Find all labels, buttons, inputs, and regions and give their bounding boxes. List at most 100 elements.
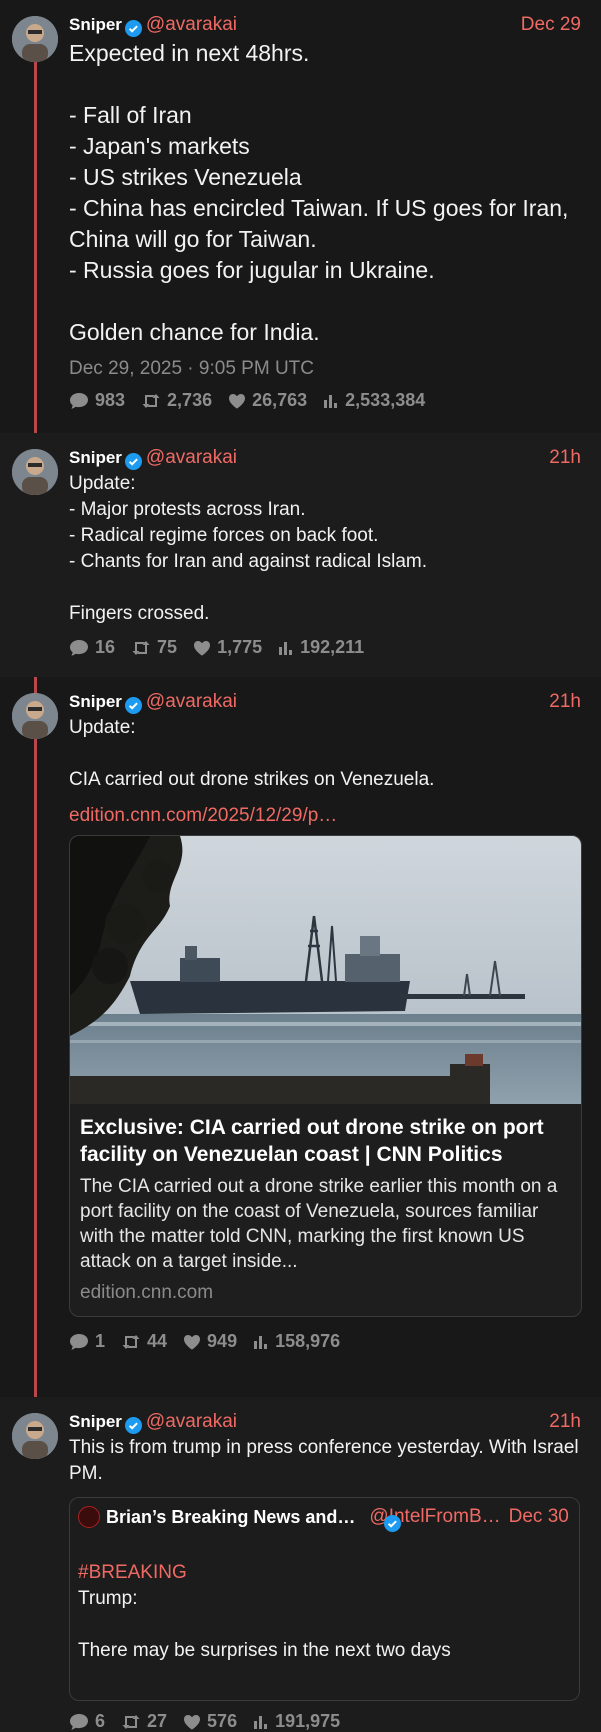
card-text: Exclusive: CIA carried out drone strike … [70, 1104, 581, 1316]
tweet-header: Sniper @avarakai 21h [69, 1411, 581, 1434]
verified-badge-icon [124, 1416, 142, 1434]
verified-badge-icon [384, 1515, 402, 1532]
quote-time[interactable]: Dec 30 [509, 1506, 569, 1528]
retweet-stat[interactable]: 75 [131, 637, 177, 658]
reply-count: 983 [95, 390, 126, 410]
quote-author-handle[interactable]: @IntelFromB… [369, 1506, 501, 1532]
tweet-stats: 16 75 1,775 192,211 [69, 637, 581, 658]
author-name[interactable]: Sniper [69, 15, 122, 35]
article-link[interactable]: edition.cnn.com/2025/12/29/p… [69, 805, 581, 827]
like-stat[interactable]: 576 [183, 1711, 237, 1732]
tweet-text: Update: CIA carried out drone strikes on… [69, 717, 435, 790]
tweet-header: Sniper @avarakai Dec 29 [69, 14, 581, 37]
reply-count: 6 [95, 1711, 106, 1731]
views-stat[interactable]: 158,976 [253, 1331, 340, 1352]
quoted-tweet[interactable]: Brian’s Breaking News and… @IntelFromB… … [69, 1497, 580, 1701]
retweet-icon [121, 1333, 141, 1351]
quote-avatar[interactable] [78, 1506, 100, 1528]
like-count: 576 [207, 1711, 238, 1731]
author-name[interactable]: Sniper [69, 692, 122, 712]
like-count: 26,763 [252, 390, 308, 410]
tweet-text: Expected in next 48hrs. - Fall of Iran -… [69, 40, 569, 345]
tweet-text: This is from trump in press conference y… [69, 1437, 579, 1484]
reply-stat[interactable]: 1 [69, 1331, 105, 1352]
author-handle[interactable]: @avarakai [146, 447, 237, 469]
like-stat[interactable]: 1,775 [193, 637, 262, 658]
quote-text-block: #BREAKING Trump: There may be surprises … [78, 1534, 571, 1690]
card-title[interactable]: Exclusive: CIA carried out drone strike … [80, 1114, 571, 1168]
retweet-count: 75 [157, 637, 178, 657]
verified-badge-icon [124, 19, 142, 37]
reply-icon [69, 639, 89, 657]
retweet-stat[interactable]: 2,736 [141, 390, 212, 411]
like-stat[interactable]: 949 [183, 1331, 237, 1352]
views-count: 2,533,384 [345, 390, 426, 410]
author-name[interactable]: Sniper [69, 1412, 122, 1432]
quote-author-name[interactable]: Brian’s Breaking News and… [106, 1507, 355, 1528]
quote-header: Brian’s Breaking News and… @IntelFromB… … [78, 1506, 571, 1532]
card-image [70, 836, 581, 1104]
views-icon [253, 1714, 269, 1730]
tweet-stats: 983 2,736 26,763 2,533,384 [69, 390, 581, 411]
reply-icon [69, 1713, 89, 1731]
verified-badge-icon [124, 696, 142, 714]
heart-icon [183, 1334, 201, 1350]
retweet-icon [141, 392, 161, 410]
like-count: 949 [207, 1331, 238, 1351]
thread: Sniper @avarakai Dec 29 Expected in next… [0, 0, 601, 1732]
link-preview-card[interactable]: Exclusive: CIA carried out drone strike … [69, 835, 582, 1317]
heart-icon [228, 393, 246, 409]
card-domain: edition.cnn.com [80, 1282, 214, 1303]
verified-badge-icon [124, 452, 142, 470]
tweet-header: Sniper @avarakai 21h [69, 691, 581, 714]
tweet-time[interactable]: 21h [549, 447, 581, 469]
tweet-time[interactable]: Dec 29 [521, 14, 581, 36]
views-icon [278, 640, 294, 656]
retweet-stat[interactable]: 44 [121, 1331, 167, 1352]
views-stat[interactable]: 191,975 [253, 1711, 340, 1732]
quote-text: Trump: There may be surprises in the nex… [78, 1588, 451, 1661]
views-count: 192,211 [300, 637, 365, 657]
retweet-count: 2,736 [167, 390, 213, 410]
tweet-stats: 6 27 576 191,975 [69, 1711, 581, 1732]
tweet-3[interactable]: Sniper @avarakai 21h Update: CIA carried… [0, 677, 601, 1397]
reply-stat[interactable]: 983 [69, 390, 125, 411]
tweet-4[interactable]: Sniper @avarakai 21h This is from trump … [0, 1397, 601, 1732]
tweet-1[interactable]: Sniper @avarakai Dec 29 Expected in next… [0, 0, 601, 433]
retweet-count: 44 [147, 1331, 168, 1351]
tweet-stats: 1 44 949 158,976 [69, 1331, 581, 1352]
like-count: 1,775 [217, 637, 263, 657]
reply-count: 1 [95, 1331, 106, 1351]
tweet-2[interactable]: Sniper @avarakai 21h Update: - Major pro… [0, 433, 601, 677]
reply-stat[interactable]: 6 [69, 1711, 105, 1732]
avatar[interactable] [12, 16, 58, 62]
reply-icon [69, 1333, 89, 1351]
author-handle[interactable]: @avarakai [146, 1411, 237, 1433]
tweet-time[interactable]: 21h [549, 691, 581, 713]
reply-stat[interactable]: 16 [69, 637, 115, 658]
author-name[interactable]: Sniper [69, 448, 122, 468]
reply-icon [69, 392, 89, 410]
tweet-text: Update: - Major protests across Iran. - … [69, 473, 428, 624]
tweet-timestamp: Dec 29, 2025 · 9:05 PM UTC [69, 358, 314, 379]
avatar[interactable] [12, 693, 58, 739]
retweet-count: 27 [147, 1711, 168, 1731]
tweet-time[interactable]: 21h [549, 1411, 581, 1433]
views-stat[interactable]: 2,533,384 [323, 390, 425, 411]
views-count: 158,976 [275, 1331, 341, 1351]
like-stat[interactable]: 26,763 [228, 390, 307, 411]
views-icon [253, 1334, 269, 1350]
avatar[interactable] [12, 1413, 58, 1459]
views-icon [323, 393, 339, 409]
views-count: 191,975 [275, 1711, 341, 1731]
author-handle[interactable]: @avarakai [146, 691, 237, 713]
heart-icon [183, 1714, 201, 1730]
author-handle[interactable]: @avarakai [146, 14, 237, 36]
retweet-icon [121, 1713, 141, 1731]
retweet-icon [131, 639, 151, 657]
hashtag-link[interactable]: #BREAKING [78, 1562, 187, 1583]
avatar[interactable] [12, 449, 58, 495]
retweet-stat[interactable]: 27 [121, 1711, 167, 1732]
views-stat[interactable]: 192,211 [278, 637, 364, 658]
tweet-header: Sniper @avarakai 21h [69, 447, 581, 470]
